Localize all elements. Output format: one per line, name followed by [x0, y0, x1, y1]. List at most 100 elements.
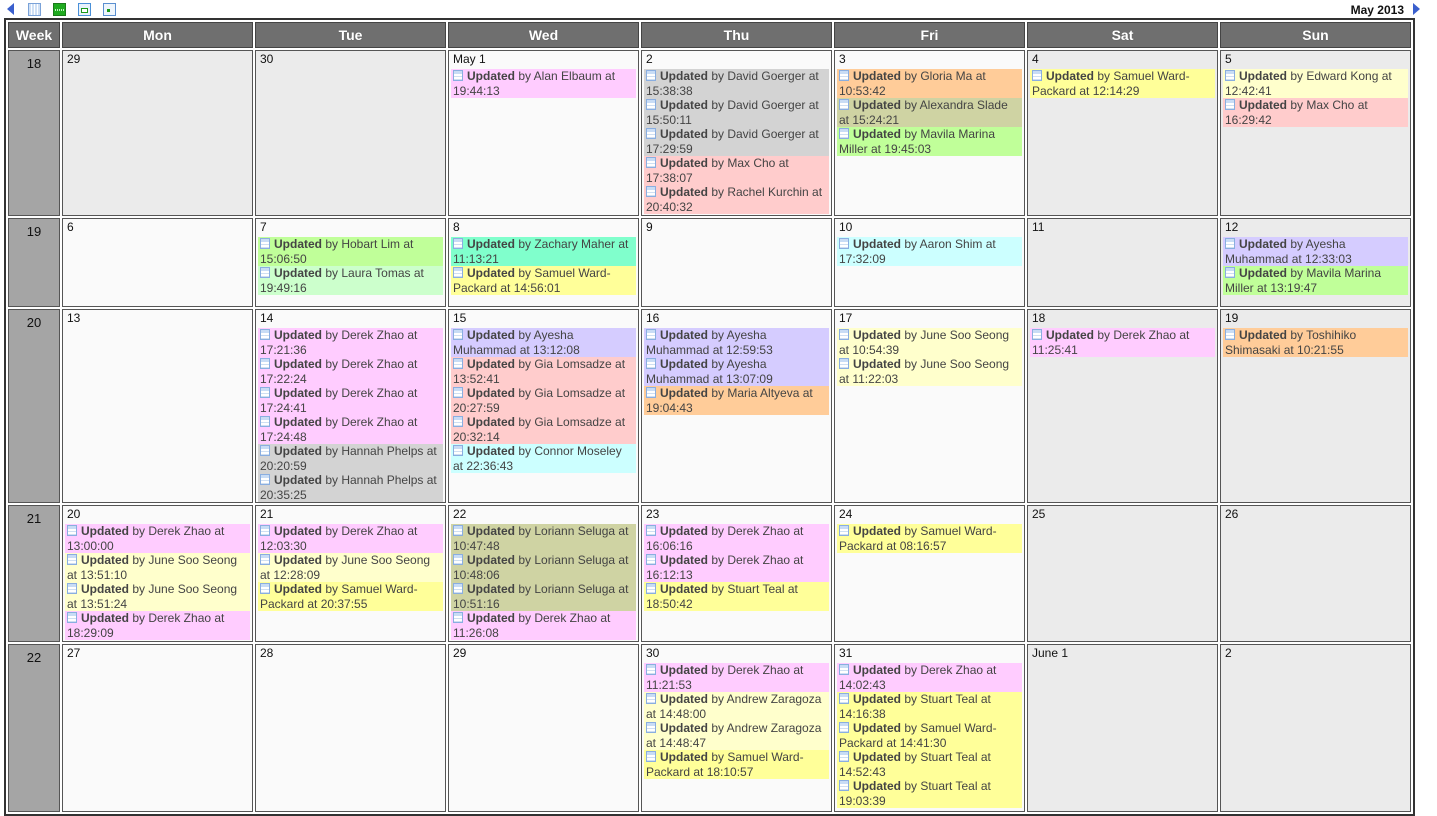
calendar-event[interactable]: Updated by June Soo Seong at 13:51:24: [65, 582, 250, 611]
calendar-event[interactable]: Updated by Toshihiko Shimasaki at 10:21:…: [1223, 328, 1408, 357]
calendar-event[interactable]: Updated by Rachel Kurchin at 20:40:32: [644, 185, 829, 214]
calendar-event[interactable]: Updated by Derek Zhao at 17:22:24: [258, 357, 443, 386]
calendar-event[interactable]: Updated by Derek Zhao at 17:24:41: [258, 386, 443, 415]
day-cell[interactable]: June 1: [1027, 644, 1218, 812]
day-cell[interactable]: 14 Updated by Derek Zhao at 17:21:36 Updat…: [255, 309, 446, 503]
day-cell[interactable]: 22 Updated by Loriann Seluga at 10:47:48 U…: [448, 505, 639, 642]
day-cell[interactable]: 20 Updated by Derek Zhao at 13:00:00 Updat…: [62, 505, 253, 642]
day-view-icon[interactable]: [78, 3, 91, 16]
month-view-icon[interactable]: [28, 3, 41, 16]
day-number[interactable]: 2: [1225, 647, 1408, 660]
day-number[interactable]: 5: [1225, 53, 1408, 66]
calendar-event[interactable]: Updated by Derek Zhao at 17:21:36: [258, 328, 443, 357]
day-number[interactable]: 27: [67, 647, 250, 660]
calendar-event[interactable]: Updated by Connor Moseley at 22:36:43: [451, 444, 636, 473]
day-number[interactable]: 24: [839, 508, 1022, 521]
day-number[interactable]: 8: [453, 221, 636, 234]
day-number[interactable]: 21: [260, 508, 443, 521]
day-cell[interactable]: 31 Updated by Derek Zhao at 14:02:43 Updat…: [834, 644, 1025, 812]
calendar-event[interactable]: Updated by David Goerger at 17:29:59: [644, 127, 829, 156]
calendar-event[interactable]: Updated by Gia Lomsadze at 13:52:41: [451, 357, 636, 386]
calendar-event[interactable]: Updated by Derek Zhao at 16:12:13: [644, 553, 829, 582]
day-number[interactable]: May 1: [453, 53, 636, 66]
day-number[interactable]: 23: [646, 508, 829, 521]
day-cell[interactable]: 6: [62, 218, 253, 307]
day-cell[interactable]: 7 Updated by Hobart Lim at 15:06:50 Update…: [255, 218, 446, 307]
calendar-event[interactable]: Updated by Ayesha Muhammad at 13:12:08: [451, 328, 636, 357]
calendar-event[interactable]: Updated by Hobart Lim at 15:06:50: [258, 237, 443, 266]
calendar-event[interactable]: Updated by Loriann Seluga at 10:48:06: [451, 553, 636, 582]
day-number[interactable]: 11: [1032, 221, 1215, 234]
day-number[interactable]: 7: [260, 221, 443, 234]
calendar-event[interactable]: Updated by Derek Zhao at 17:24:48: [258, 415, 443, 444]
calendar-event[interactable]: Updated by Zachary Maher at 11:13:21: [451, 237, 636, 266]
day-cell[interactable]: 2: [1220, 644, 1411, 812]
calendar-event[interactable]: Updated by Mavila Marina Miller at 13:19…: [1223, 266, 1408, 295]
calendar-event[interactable]: Updated by Stuart Teal at 19:03:39: [837, 779, 1022, 808]
calendar-event[interactable]: Updated by Max Cho at 17:38:07: [644, 156, 829, 185]
week-number[interactable]: 21: [8, 505, 60, 642]
day-number[interactable]: 17: [839, 312, 1022, 325]
day-number[interactable]: 31: [839, 647, 1022, 660]
calendar-event[interactable]: Updated by Samuel Ward-Packard at 18:10:…: [644, 750, 829, 779]
day-cell[interactable]: 9: [641, 218, 832, 307]
calendar-event[interactable]: Updated by Aaron Shim at 17:32:09: [837, 237, 1022, 266]
day-number[interactable]: 19: [1225, 312, 1408, 325]
calendar-event[interactable]: Updated by June Soo Seong at 12:28:09: [258, 553, 443, 582]
day-cell[interactable]: 10 Updated by Aaron Shim at 17:32:09: [834, 218, 1025, 307]
day-number[interactable]: 25: [1032, 508, 1215, 521]
day-cell[interactable]: 26: [1220, 505, 1411, 642]
calendar-event[interactable]: Updated by Andrew Zaragoza at 14:48:47: [644, 721, 829, 750]
day-number[interactable]: June 1: [1032, 647, 1215, 660]
day-number[interactable]: 30: [260, 53, 443, 66]
item-view-icon[interactable]: [103, 3, 116, 16]
day-cell[interactable]: 29: [62, 50, 253, 216]
calendar-event[interactable]: Updated by Samuel Ward-Packard at 08:16:…: [837, 524, 1022, 553]
day-number[interactable]: 29: [67, 53, 250, 66]
week-number[interactable]: 18: [8, 50, 60, 216]
day-cell[interactable]: 3 Updated by Gloria Ma at 10:53:42 Updated…: [834, 50, 1025, 216]
calendar-event[interactable]: Updated by Samuel Ward-Packard at 14:56:…: [451, 266, 636, 295]
calendar-event[interactable]: Updated by June Soo Seong at 13:51:10: [65, 553, 250, 582]
day-number[interactable]: 6: [67, 221, 250, 234]
calendar-event[interactable]: Updated by June Soo Seong at 11:22:03: [837, 357, 1022, 386]
day-number[interactable]: 26: [1225, 508, 1408, 521]
week-number[interactable]: 22: [8, 644, 60, 812]
day-cell[interactable]: 2 Updated by David Goerger at 15:38:38 Upd…: [641, 50, 832, 216]
calendar-event[interactable]: Updated by Gia Lomsadze at 20:27:59: [451, 386, 636, 415]
day-cell[interactable]: 12 Updated by Ayesha Muhammad at 12:33:03…: [1220, 218, 1411, 307]
calendar-event[interactable]: Updated by Derek Zhao at 12:03:30: [258, 524, 443, 553]
calendar-event[interactable]: Updated by Derek Zhao at 16:06:16: [644, 524, 829, 553]
day-number[interactable]: 2: [646, 53, 829, 66]
day-cell[interactable]: 28: [255, 644, 446, 812]
calendar-event[interactable]: Updated by Hannah Phelps at 20:20:59: [258, 444, 443, 473]
day-number[interactable]: 3: [839, 53, 1022, 66]
week-view-icon[interactable]: [53, 3, 66, 16]
calendar-event[interactable]: Updated by Maria Altyeva at 19:04:43: [644, 386, 829, 415]
day-number[interactable]: 4: [1032, 53, 1215, 66]
calendar-event[interactable]: Updated by Derek Zhao at 18:29:09: [65, 611, 250, 640]
day-cell[interactable]: 11: [1027, 218, 1218, 307]
day-cell[interactable]: 29: [448, 644, 639, 812]
day-number[interactable]: 22: [453, 508, 636, 521]
day-number[interactable]: 13: [67, 312, 250, 325]
day-cell[interactable]: 30: [255, 50, 446, 216]
day-number[interactable]: 9: [646, 221, 829, 234]
prev-month-arrow-icon[interactable]: [7, 3, 14, 15]
day-cell[interactable]: 5 Updated by Edward Kong at 12:42:41 Updat…: [1220, 50, 1411, 216]
calendar-event[interactable]: Updated by June Soo Seong at 10:54:39: [837, 328, 1022, 357]
calendar-event[interactable]: Updated by Samuel Ward-Packard at 12:14:…: [1030, 69, 1215, 98]
day-number[interactable]: 18: [1032, 312, 1215, 325]
week-number[interactable]: 19: [8, 218, 60, 307]
day-cell[interactable]: 13: [62, 309, 253, 503]
day-number[interactable]: 20: [67, 508, 250, 521]
day-number[interactable]: 16: [646, 312, 829, 325]
calendar-event[interactable]: Updated by Samuel Ward-Packard at 20:37:…: [258, 582, 443, 611]
day-number[interactable]: 12: [1225, 221, 1408, 234]
calendar-event[interactable]: Updated by Stuart Teal at 14:16:38: [837, 692, 1022, 721]
calendar-event[interactable]: Updated by Laura Tomas at 19:49:16: [258, 266, 443, 295]
day-cell[interactable]: 21 Updated by Derek Zhao at 12:03:30 Updat…: [255, 505, 446, 642]
calendar-event[interactable]: Updated by Loriann Seluga at 10:47:48: [451, 524, 636, 553]
day-number[interactable]: 29: [453, 647, 636, 660]
day-cell[interactable]: May 1 Updated by Alan Elbaum at 19:44:13: [448, 50, 639, 216]
